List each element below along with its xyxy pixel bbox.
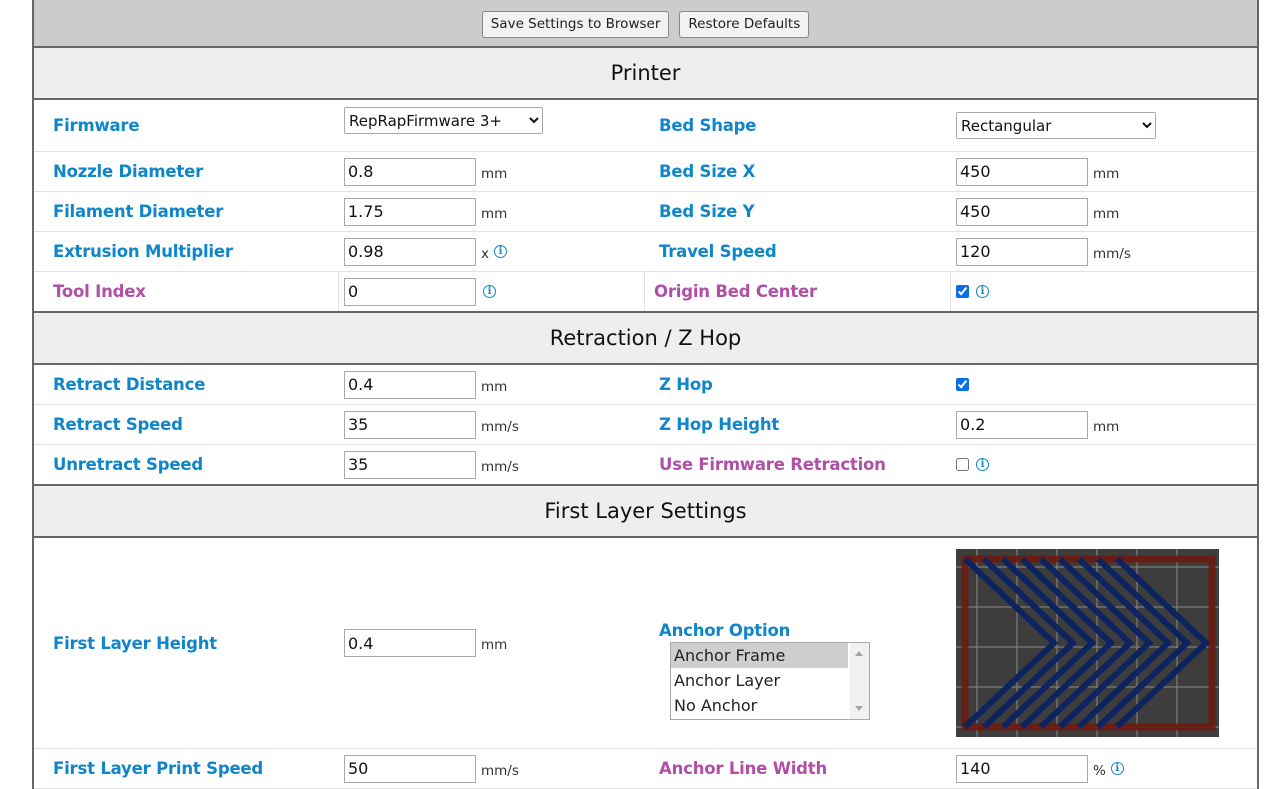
origin-bed-center-label: Origin Bed Center (654, 282, 817, 301)
retract-distance-label: Retract Distance (53, 375, 206, 394)
scroll-up-arrow-icon[interactable] (855, 651, 863, 656)
firmware-label: Firmware (53, 116, 140, 135)
save-settings-button[interactable]: Save Settings to Browser (481, 10, 670, 38)
settings-row: Retract Speed mm/s Z Hop Height mm (34, 405, 1257, 445)
tool-index-input[interactable] (344, 277, 476, 306)
section-header-first-layer: First Layer Settings (34, 484, 1257, 538)
section-header-printer: Printer (34, 48, 1257, 100)
first-layer-height-input[interactable] (344, 629, 476, 657)
firmware-select[interactable]: RepRapFirmware 3+ (344, 107, 543, 134)
anchor-line-width-input[interactable] (956, 754, 1088, 783)
retract-distance-input[interactable] (344, 370, 476, 399)
unit-label: mm (1093, 165, 1120, 182)
settings-row: First Layer Height mm Anchor Option Anch… (34, 538, 1257, 749)
preview-background (956, 549, 1219, 737)
z-hop-checkbox[interactable] (956, 378, 969, 391)
settings-row: Nozzle Diameter mm Bed Size X mm (34, 152, 1257, 192)
anchor-preview-image (956, 549, 1219, 737)
unit-label: mm (481, 205, 508, 222)
extrusion-multiplier-input[interactable] (344, 237, 476, 266)
nozzle-diameter-input[interactable] (344, 157, 476, 186)
unretract-speed-label: Unretract Speed (53, 455, 203, 474)
bed-size-x-label: Bed Size X (659, 162, 756, 181)
z-hop-height-label: Z Hop Height (659, 415, 780, 434)
unit-label: mm (1093, 205, 1120, 222)
extrusion-multiplier-label: Extrusion Multiplier (53, 242, 233, 261)
bed-size-y-label: Bed Size Y (659, 202, 755, 221)
z-hop-height-input[interactable] (956, 410, 1088, 439)
scroll-down-arrow-icon[interactable] (855, 706, 863, 711)
anchor-option-item[interactable]: No Anchor (671, 693, 848, 718)
section-header-retraction: Retraction / Z Hop (34, 311, 1257, 365)
use-firmware-retraction-checkbox[interactable] (956, 458, 969, 471)
settings-row: Extrusion Multiplier xi Travel Speed mm/… (34, 232, 1257, 272)
origin-bed-center-checkbox[interactable] (956, 285, 969, 298)
first-layer-height-label: First Layer Height (53, 633, 217, 653)
first-layer-print-speed-input[interactable] (344, 754, 476, 783)
unit-label: x (481, 245, 489, 262)
travel-speed-input[interactable] (956, 237, 1088, 266)
filament-diameter-input[interactable] (344, 197, 476, 226)
retract-speed-label: Retract Speed (53, 415, 183, 434)
unit-label: mm (481, 165, 508, 182)
settings-panel: Save Settings to Browser Restore Default… (32, 0, 1259, 789)
first-layer-print-speed-label: First Layer Print Speed (53, 759, 264, 778)
settings-row: Tool Index i Origin Bed Center i (34, 272, 1257, 311)
unit-label: mm/s (481, 458, 519, 475)
z-hop-label: Z Hop (659, 375, 713, 394)
unit-label: % (1093, 762, 1106, 779)
bed-size-y-input[interactable] (956, 197, 1088, 226)
anchor-option-listbox[interactable]: Anchor Frame Anchor Layer No Anchor (670, 642, 870, 720)
info-circle-icon[interactable]: i (976, 285, 989, 298)
info-circle-icon[interactable]: i (976, 458, 989, 471)
anchor-option-item[interactable]: Anchor Layer (671, 668, 848, 693)
unit-label: mm/s (1093, 245, 1131, 262)
settings-row: First Layer Print Speed mm/s Anchor Line… (34, 749, 1257, 789)
unit-label: mm (481, 378, 508, 395)
travel-speed-label: Travel Speed (659, 242, 777, 261)
unit-label: mm (481, 637, 508, 653)
settings-row: Unretract Speed mm/s Use Firmware Retrac… (34, 445, 1257, 484)
bed-shape-select[interactable]: Rectangular (956, 112, 1156, 139)
unit-label: mm (1093, 418, 1120, 435)
bed-size-x-input[interactable] (956, 157, 1088, 186)
unretract-speed-input[interactable] (344, 450, 476, 479)
bed-shape-label: Bed Shape (659, 116, 757, 135)
toolbar: Save Settings to Browser Restore Default… (34, 0, 1257, 48)
retract-speed-input[interactable] (344, 410, 476, 439)
unit-label: mm/s (481, 762, 519, 779)
settings-row: Firmware RepRapFirmware 3+ Bed Shape Rec… (34, 100, 1257, 152)
info-circle-icon[interactable]: i (1110, 762, 1124, 775)
tool-index-label: Tool Index (53, 282, 146, 301)
settings-row: Retract Distance mm Z Hop (34, 365, 1257, 405)
restore-defaults-button[interactable]: Restore Defaults (679, 10, 810, 38)
anchor-line-width-label: Anchor Line Width (659, 759, 828, 778)
anchor-option-item[interactable]: Anchor Frame (671, 643, 848, 668)
listbox-scrollbar[interactable] (850, 643, 869, 719)
unit-label: mm/s (481, 418, 519, 435)
anchor-option-label: Anchor Option (659, 621, 791, 640)
filament-diameter-label: Filament Diameter (53, 202, 224, 221)
info-circle-icon[interactable]: i (494, 245, 507, 258)
nozzle-diameter-label: Nozzle Diameter (53, 162, 204, 181)
settings-row: Filament Diameter mm Bed Size Y mm (34, 192, 1257, 232)
use-firmware-retraction-label: Use Firmware Retraction (659, 455, 886, 474)
info-circle-icon[interactable]: i (483, 285, 496, 298)
